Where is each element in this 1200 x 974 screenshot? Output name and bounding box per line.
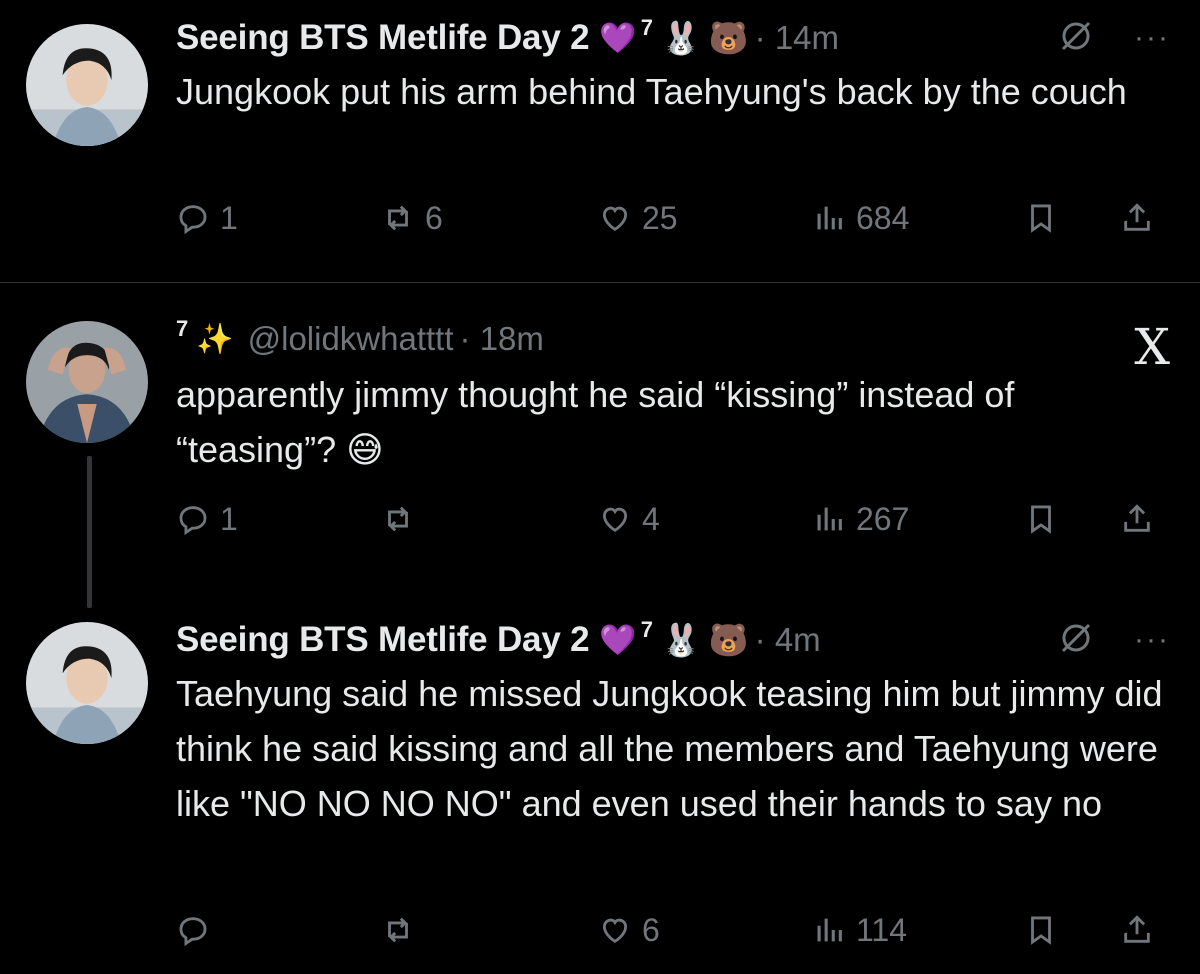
bookmark-button[interactable] xyxy=(1024,908,1058,952)
tweet-2[interactable]: 7 ✨ @lolidkwhatttt · 18m X apparently ji… xyxy=(0,283,1200,608)
like-button[interactable]: 25 xyxy=(598,196,678,240)
heart-icon xyxy=(602,206,628,231)
timestamp[interactable]: · 14m xyxy=(755,19,839,57)
avatar[interactable] xyxy=(26,321,148,443)
badge-number: 7 xyxy=(640,15,653,40)
more-options-icon[interactable]: ··· xyxy=(1134,623,1170,657)
heart-icon xyxy=(602,918,628,943)
rabbit-emoji: 🐰 xyxy=(660,20,701,56)
purple-heart-emoji: 💜 xyxy=(599,623,637,657)
bookmark-button[interactable] xyxy=(1024,497,1058,541)
view-count: 684 xyxy=(856,199,910,236)
share-button[interactable] xyxy=(1120,497,1154,541)
action-bar: 1 6 25 684 xyxy=(176,196,1171,240)
bear-emoji: 🐻 xyxy=(708,20,749,56)
tweet-header: Seeing BTS Metlife Day 2 💜 7 🐰 🐻 · 4m ··… xyxy=(176,617,1170,662)
tweet-header: Seeing BTS Metlife Day 2 💜 7 🐰 🐻 · 14m ·… xyxy=(176,15,1170,60)
timestamp[interactable]: · 18m xyxy=(460,320,544,358)
like-count: 25 xyxy=(642,199,678,236)
grok-icon[interactable] xyxy=(1058,620,1094,661)
share-icon xyxy=(1124,504,1150,532)
user-handle[interactable]: @lolidkwhatttt xyxy=(248,320,454,358)
repost-icon xyxy=(388,506,408,532)
more-options-icon[interactable]: ··· xyxy=(1134,21,1170,55)
view-count: 267 xyxy=(856,500,910,537)
reply-count: 1 xyxy=(220,199,238,236)
reply-icon xyxy=(179,506,207,536)
bear-emoji: 🐻 xyxy=(708,622,749,658)
bookmark-button[interactable] xyxy=(1024,196,1058,240)
like-button[interactable]: 6 xyxy=(598,908,660,952)
rabbit-emoji: 🐰 xyxy=(660,622,701,658)
view-count: 114 xyxy=(856,911,908,948)
like-button[interactable]: 4 xyxy=(598,497,660,541)
repost-count: 6 xyxy=(425,199,443,236)
analytics-icon xyxy=(817,507,842,531)
reply-count: 1 xyxy=(220,500,238,537)
share-icon xyxy=(1124,915,1150,943)
thread-line xyxy=(87,456,92,608)
reply-icon xyxy=(179,917,207,947)
repost-icon xyxy=(388,917,408,943)
header-right: X xyxy=(1134,317,1170,376)
like-count: 4 xyxy=(642,500,660,537)
grok-icon[interactable] xyxy=(1058,18,1094,59)
tweet-3[interactable]: Seeing BTS Metlife Day 2 💜 7 🐰 🐻 · 4m ··… xyxy=(0,608,1200,974)
avatar[interactable] xyxy=(26,24,148,146)
header-right: ··· xyxy=(1058,16,1170,60)
tweet-header: 7 ✨ @lolidkwhatttt · 18m X xyxy=(176,316,1170,376)
reply-button[interactable] xyxy=(176,908,220,952)
analytics-icon xyxy=(817,918,842,942)
views-button[interactable]: 684 xyxy=(812,196,909,240)
badge-number: 7 xyxy=(176,316,189,341)
views-button[interactable]: 267 xyxy=(812,497,909,541)
share-button[interactable] xyxy=(1120,196,1154,240)
repost-button[interactable] xyxy=(381,497,425,541)
repost-button[interactable]: 6 xyxy=(381,196,443,240)
timestamp[interactable]: · 4m xyxy=(755,621,821,659)
views-button[interactable]: 114 xyxy=(812,908,907,952)
author-name[interactable]: Seeing BTS Metlife Day 2 xyxy=(176,18,590,58)
repost-button[interactable] xyxy=(381,908,425,952)
purple-heart-emoji: 💜 xyxy=(599,21,637,55)
repost-icon xyxy=(388,205,408,231)
action-bar: 1 4 267 xyxy=(176,497,1171,541)
avatar[interactable] xyxy=(26,622,148,744)
tweet-text: Jungkook put his arm behind Taehyung's b… xyxy=(176,71,1127,112)
like-count: 6 xyxy=(642,911,660,948)
sparkles-emoji: ✨ xyxy=(196,322,234,356)
heart-icon xyxy=(602,507,628,532)
header-right: ··· xyxy=(1058,618,1170,662)
share-button[interactable] xyxy=(1120,908,1154,952)
bookmark-icon xyxy=(1031,916,1051,945)
reply-icon xyxy=(179,205,207,235)
analytics-icon xyxy=(817,206,842,230)
tweet-text: apparently jimmy thought he said “kissin… xyxy=(176,374,1015,470)
reply-button[interactable]: 1 xyxy=(176,497,238,541)
tweet-text: Taehyung said he missed Jungkook teasing… xyxy=(176,673,1163,824)
share-icon xyxy=(1124,203,1150,231)
tweet-1[interactable]: Seeing BTS Metlife Day 2 💜 7 🐰 🐻 · 14m ·… xyxy=(0,0,1200,282)
author-name[interactable]: Seeing BTS Metlife Day 2 xyxy=(176,620,590,660)
badge-number: 7 xyxy=(640,617,653,642)
bookmark-icon xyxy=(1031,204,1051,233)
reply-button[interactable]: 1 xyxy=(176,196,238,240)
action-bar: 6 114 xyxy=(176,908,1171,952)
bookmark-icon xyxy=(1031,505,1051,534)
